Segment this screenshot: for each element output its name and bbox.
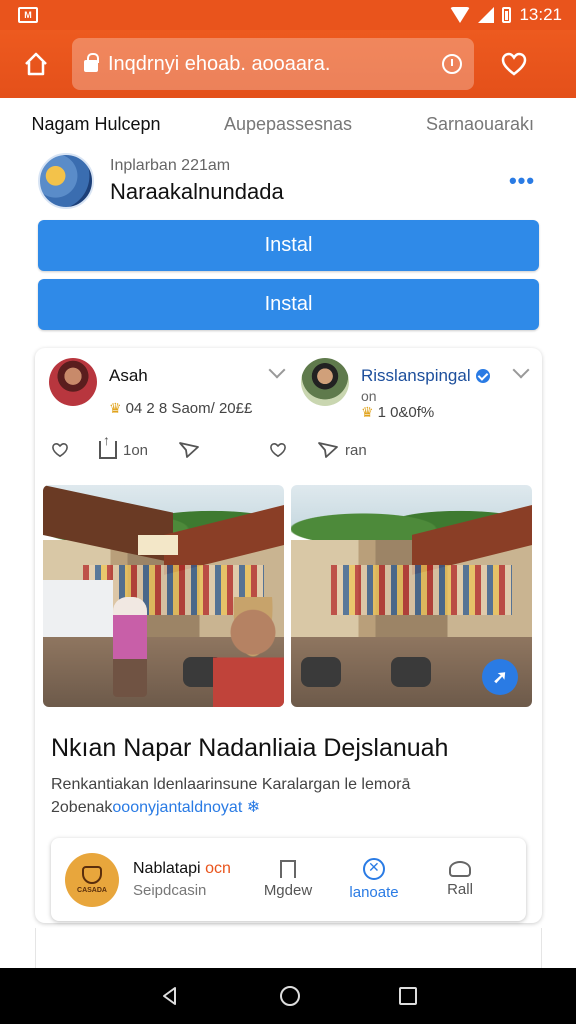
people-icon xyxy=(449,861,471,877)
share-button[interactable]: 1on xyxy=(99,432,149,459)
next-card xyxy=(35,928,542,968)
strip-button-label: Rall xyxy=(447,881,473,898)
status-icons: 13:21 xyxy=(450,5,562,25)
home-icon xyxy=(25,52,47,76)
send-count: ran xyxy=(345,441,367,459)
url-text: Inqdrnyi ehoab. aooaara. xyxy=(108,52,331,75)
profile-avatar[interactable] xyxy=(38,153,94,209)
shield-icon xyxy=(82,865,102,884)
author-right-meta: on xyxy=(361,388,377,404)
app-title-accent: ocn xyxy=(205,860,231,877)
bookmark-icon xyxy=(280,860,296,878)
author-right-avatar[interactable] xyxy=(301,358,349,406)
actions-right: ran xyxy=(269,440,397,460)
post-description-prefix: 2obenak xyxy=(51,799,113,816)
send-icon xyxy=(318,442,338,458)
more-options-icon[interactable]: ••• xyxy=(506,165,538,197)
profile-header: Inplarban 221am Naraakalnundada ••• xyxy=(38,150,538,212)
post-description-2: 2obenakooonyjantaldnoyat ❄ xyxy=(51,797,260,817)
install-button-1[interactable]: Instal xyxy=(38,220,539,271)
author-right[interactable]: Risslanspingal on ♛ 1 0&0f% xyxy=(301,358,531,421)
app-subtitle: Seipdcasin xyxy=(133,882,207,899)
author-left-stats: 04 2 8 Saom/ 20££ xyxy=(125,400,253,417)
globe-icon xyxy=(363,858,385,880)
crown-icon: ♛ xyxy=(109,400,122,416)
strip-button-view[interactable]: Mgdew xyxy=(245,860,331,899)
author-left-avatar[interactable] xyxy=(49,358,97,406)
address-bar[interactable]: Inqdrnyi ehoab. aooaara. xyxy=(72,38,474,90)
tab-1[interactable]: Nagam Hulcepn xyxy=(0,114,192,135)
arrow-icon: ➚ xyxy=(492,666,508,687)
back-icon[interactable] xyxy=(159,985,181,1007)
recents-icon[interactable] xyxy=(398,987,417,1005)
reload-icon[interactable] xyxy=(442,54,462,74)
author-left[interactable]: Asah ♛ 04 2 8 Saom/ 20££ xyxy=(49,358,289,417)
author-right-stats: 1 0&0f% xyxy=(377,404,435,421)
home-nav-icon[interactable] xyxy=(279,986,300,1006)
signal-icon xyxy=(478,7,495,23)
verified-icon xyxy=(475,369,490,383)
favorite-button[interactable] xyxy=(474,30,554,98)
strip-button-label: Mgdew xyxy=(263,882,313,899)
battery-icon xyxy=(502,7,512,23)
browser-toolbar: Inqdrnyi ehoab. aooaara. xyxy=(0,30,576,98)
strip-button-label: lanoate xyxy=(349,884,399,901)
status-bar: M 13:21 xyxy=(0,0,576,30)
send-button[interactable] xyxy=(178,440,200,460)
strip-button-all[interactable]: Rall xyxy=(417,861,503,898)
strip-button-translate[interactable]: lanoate xyxy=(331,858,417,901)
post-link[interactable]: ooonyjantaldnoyat ❄ xyxy=(112,799,260,816)
market-photo-right[interactable]: ➚ xyxy=(291,485,532,707)
tab-bar: Nagam Hulcepn Aupepassesnas Sarnaouarakı xyxy=(0,104,576,144)
app-logo-text: CASADA xyxy=(77,886,107,894)
actions-left: 1on xyxy=(51,432,230,460)
install-button-2[interactable]: Instal xyxy=(38,279,539,330)
like-button[interactable] xyxy=(269,442,287,458)
heart-outline-icon xyxy=(52,442,68,458)
post-card: Asah ♛ 04 2 8 Saom/ 20££ Risslanspingal … xyxy=(35,348,542,923)
send-button[interactable]: ran xyxy=(317,440,367,460)
share-icon xyxy=(99,432,117,459)
app-strip: CASADA Nablatapi ocn Seipdcasin Mgdew la… xyxy=(51,838,526,921)
author-left-name: Asah xyxy=(109,366,148,385)
system-nav-bar xyxy=(0,968,576,1024)
badge-icon: ♛ xyxy=(361,404,374,420)
tab-3[interactable]: Sarnaouarakı xyxy=(384,114,576,135)
author-right-name: Risslanspingal xyxy=(361,366,471,385)
profile-name: Naraakalnundada xyxy=(110,179,284,204)
expand-button[interactable]: ➚ xyxy=(482,659,518,695)
app-title: Nablatapi xyxy=(133,860,201,877)
market-photo-left[interactable] xyxy=(43,485,284,707)
app-logo[interactable]: CASADA xyxy=(65,852,119,907)
heart-icon xyxy=(501,52,527,76)
send-icon xyxy=(179,442,199,458)
home-button[interactable] xyxy=(0,30,72,98)
post-description: Renkantiakan ldenlaarinsune Karalargan l… xyxy=(51,776,411,793)
profile-subtitle: Inplarban 221am xyxy=(110,157,231,174)
status-time: 13:21 xyxy=(519,5,562,24)
like-button[interactable] xyxy=(51,442,69,458)
share-count: 1on xyxy=(123,441,149,459)
wifi-icon xyxy=(450,7,471,23)
lock-icon xyxy=(84,53,99,72)
notification-icon: M xyxy=(18,7,38,23)
heart-outline-icon xyxy=(270,442,286,458)
post-headline: Nkıan Napar Nadanliaia Dejslanuah xyxy=(51,734,449,762)
tab-2[interactable]: Aupepassesnas xyxy=(192,114,384,135)
